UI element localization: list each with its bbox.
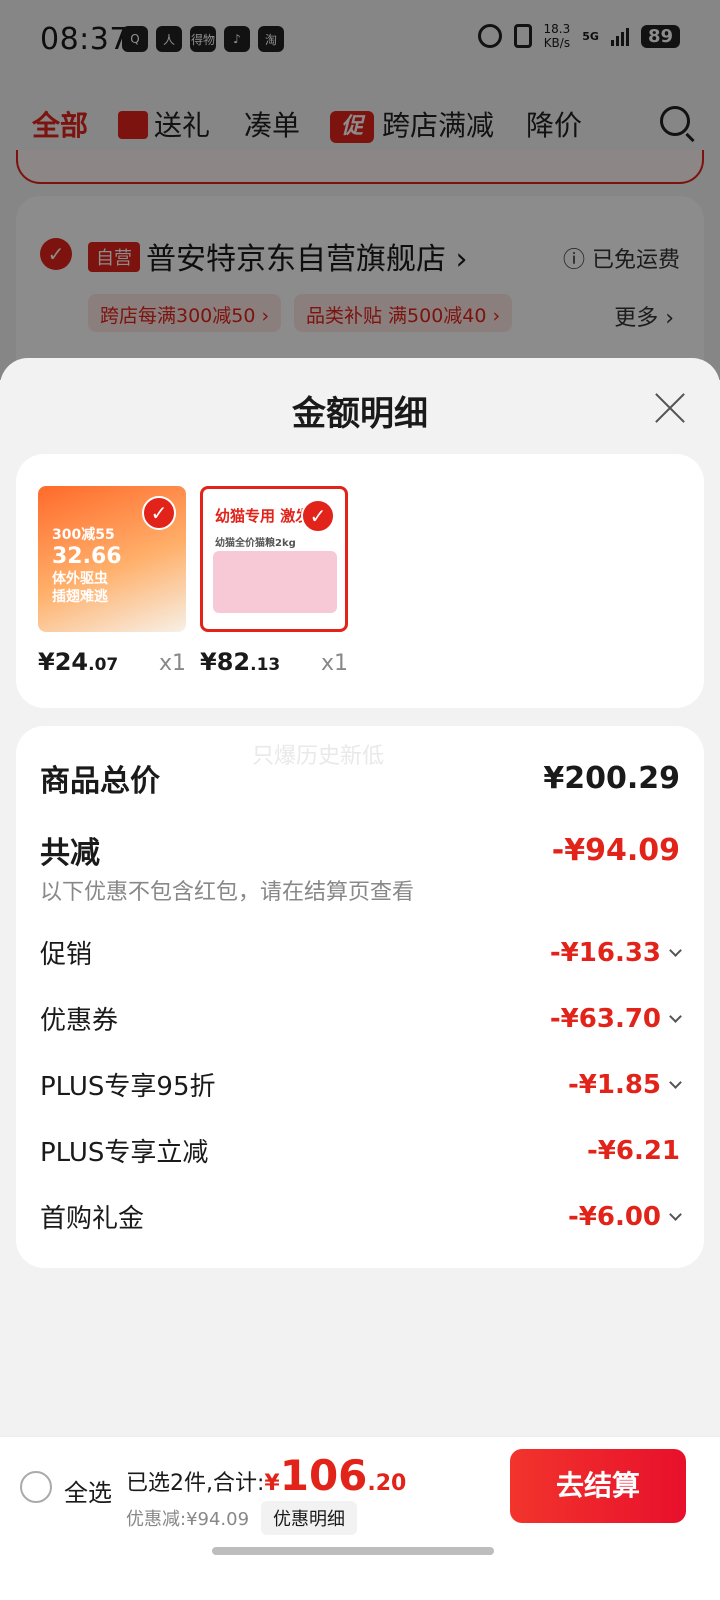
discount-label: PLUS专享立减: [40, 1138, 209, 1168]
total-summary: 已选2件,合计: ¥ 106 .20: [126, 1451, 407, 1500]
discount-label: 促销: [40, 940, 93, 970]
close-icon[interactable]: [650, 388, 690, 428]
product-thumbnail: 幼猫专用 激发自 幼猫全价猫粮2kg ✓: [200, 486, 348, 632]
discount-value: -¥6.00: [567, 1201, 661, 1232]
chevron-down-icon: [669, 1009, 682, 1023]
sheet-title: 金额明细: [292, 394, 428, 434]
discount-value: -¥1.85: [567, 1069, 661, 1100]
products-card: 300减55 32.66 体外驱虫 插翅难逃 ✓ ¥24.07 x1 幼猫专用 …: [16, 454, 704, 708]
checkout-button[interactable]: 去结算: [510, 1449, 686, 1523]
reduction-value: -¥94.09: [551, 832, 680, 868]
reduction-label: 共减: [40, 836, 100, 871]
discount-row-plus-95[interactable]: PLUS专享95折 -¥1.85: [40, 1066, 682, 1103]
product-price: ¥24.07: [38, 648, 119, 676]
discount-row-coupon[interactable]: 优惠券 -¥63.70: [40, 1000, 682, 1037]
checkout-bar: 全选 已选2件,合计: ¥ 106 .20 优惠减:¥94.09 优惠明细 去结…: [0, 1436, 720, 1600]
discount-row-plus-instant: PLUS专享立减 -¥6.21: [40, 1132, 680, 1169]
product-item[interactable]: 幼猫专用 激发自 幼猫全价猫粮2kg ✓ ¥82.13 x1: [200, 486, 380, 676]
chevron-down-icon: [669, 1207, 682, 1221]
amount-detail-sheet: 金额明细 300减55 32.66 体外驱虫 插翅难逃 ✓ ¥24.07 x1 …: [0, 358, 720, 1600]
discount-value: -¥6.21: [586, 1135, 680, 1166]
product-quantity: x1: [158, 651, 186, 676]
total-value: ¥200.29: [543, 760, 680, 796]
grand-total: 106: [279, 1451, 368, 1500]
chevron-down-icon: [669, 943, 682, 957]
product-image: [213, 551, 337, 613]
discount-value: -¥63.70: [549, 1003, 661, 1034]
product-quantity: x1: [320, 651, 348, 676]
select-all-label[interactable]: 全选: [64, 1473, 112, 1508]
chevron-down-icon: [669, 1075, 682, 1089]
discount-value: -¥16.33: [549, 937, 661, 968]
total-row: 商品总价 ¥200.29: [40, 756, 680, 800]
reduction-row: 共减 -¥94.09: [40, 828, 680, 872]
discount-label: 优惠券: [40, 1006, 119, 1036]
reduction-note: 以下优惠不包含红包，请在结算页查看: [40, 880, 415, 905]
select-all-checkbox[interactable]: [20, 1471, 52, 1503]
home-indicator[interactable]: [212, 1547, 494, 1555]
price-breakdown-card: 只爆历史新低 商品总价 ¥200.29 共减 -¥94.09 以下优惠不包含红包…: [16, 726, 704, 1268]
selected-check-icon: ✓: [301, 499, 335, 533]
product-price: ¥82.13: [200, 648, 281, 676]
modal-overlay[interactable]: [0, 0, 720, 380]
discount-row-promotion[interactable]: 促销 -¥16.33: [40, 934, 682, 971]
product-thumbnail: 300减55 32.66 体外驱虫 插翅难逃 ✓: [38, 486, 186, 632]
product-item[interactable]: 300减55 32.66 体外驱虫 插翅难逃 ✓ ¥24.07 x1: [38, 486, 218, 676]
discount-detail-button[interactable]: 优惠明细: [261, 1501, 358, 1535]
discount-summary: 优惠减:¥94.09 优惠明细: [126, 1501, 358, 1535]
discount-row-first-purchase[interactable]: 首购礼金 -¥6.00: [40, 1198, 682, 1235]
discount-label: 首购礼金: [40, 1204, 145, 1234]
discount-label: PLUS专享95折: [40, 1072, 216, 1102]
total-label: 商品总价: [40, 764, 160, 799]
selected-check-icon: ✓: [142, 496, 176, 530]
